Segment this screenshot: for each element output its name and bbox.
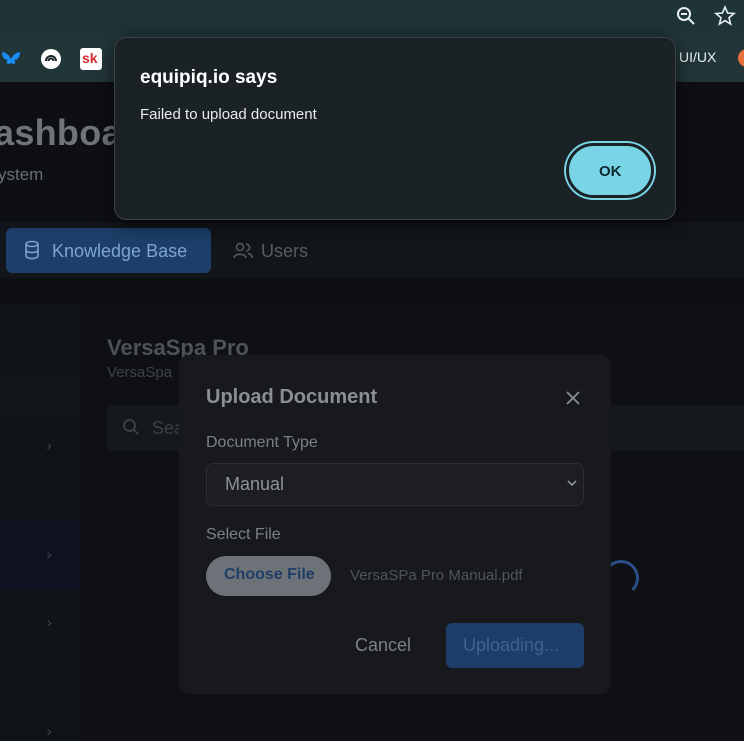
sidebar-section <box>0 480 80 520</box>
product-subtitle: VersaSpa <box>107 364 173 381</box>
tab-knowledge-base-label: Knowledge Base <box>52 241 188 261</box>
chevron-down-icon <box>567 480 577 487</box>
bookmark-uiux[interactable]: UI/UX <box>679 49 716 65</box>
choose-file-label: Choose File <box>224 566 315 583</box>
sk-bookmark[interactable]: sk <box>80 48 102 70</box>
chevron-right-icon[interactable]: › <box>46 436 52 455</box>
tab-users-label[interactable]: Users <box>261 241 308 262</box>
modal-title: Upload Document <box>206 386 378 408</box>
users-icon <box>233 242 253 259</box>
butterfly-icon[interactable] <box>0 48 22 70</box>
document-type-label: Document Type <box>206 434 318 451</box>
database-icon <box>25 240 39 260</box>
search-icon <box>123 419 139 435</box>
select-file-label: Select File <box>206 526 281 543</box>
bookmark-star-icon[interactable] <box>713 4 737 28</box>
signal-icon[interactable] <box>40 48 62 70</box>
sk-bookmark-label: sk <box>82 50 98 66</box>
selected-file-name: VersaSPa Pro Manual.pdf <box>350 567 523 584</box>
chevron-right-icon[interactable]: › <box>46 545 52 564</box>
page-title: ashboa <box>0 112 122 153</box>
chevron-right-icon[interactable]: › <box>46 722 52 741</box>
cancel-button[interactable]: Cancel <box>355 635 411 656</box>
zoom-out-icon[interactable] <box>674 4 698 28</box>
ok-button-label: OK <box>599 163 622 180</box>
alert-title: equipiq.io says <box>140 67 278 88</box>
chevron-right-icon[interactable]: › <box>46 613 52 632</box>
sidebar-header <box>0 373 80 413</box>
uploading-label: Uploading... <box>463 635 560 655</box>
sidebar-item-selected[interactable] <box>0 520 80 590</box>
browser-toolbar <box>0 0 744 34</box>
page-subtitle: ystem <box>0 165 44 184</box>
alert-message: Failed to upload document <box>140 106 317 123</box>
screen: sk UI/UX ashboa ystem Knowledge Base Use… <box>0 0 744 741</box>
document-type-value: Manual <box>225 474 285 494</box>
close-icon[interactable] <box>563 388 583 408</box>
